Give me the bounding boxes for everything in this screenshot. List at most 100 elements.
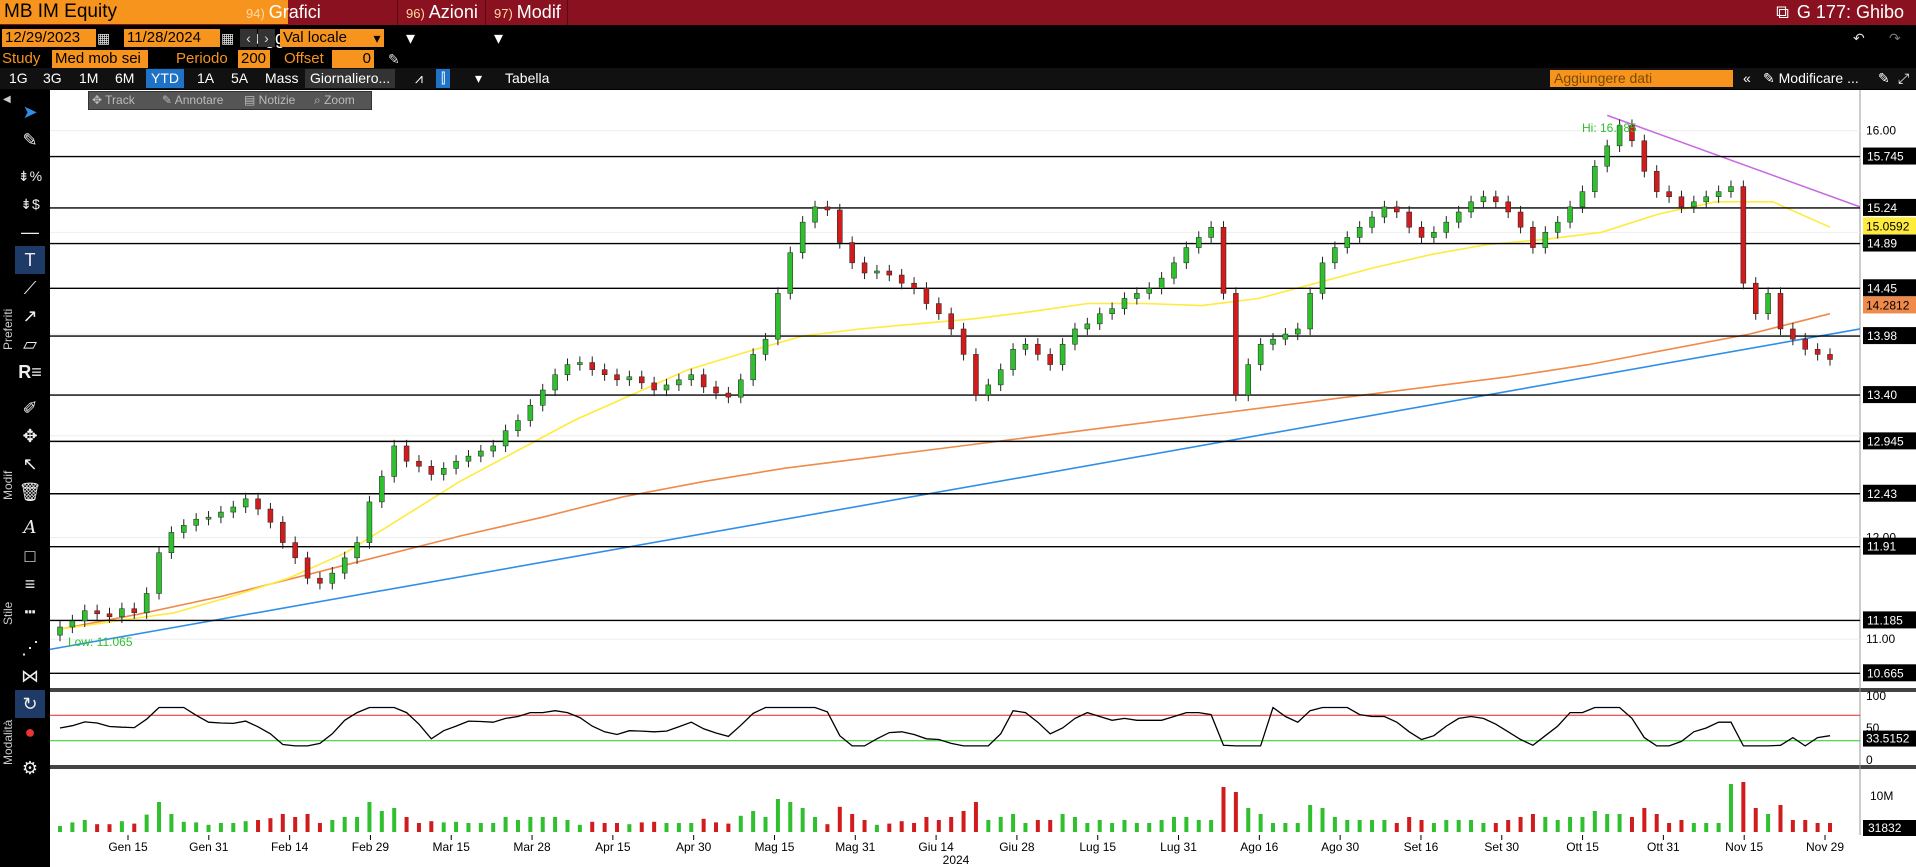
x-tick-label: Lug 15 [1079, 840, 1116, 854]
volume-bar [1048, 820, 1053, 832]
candle [1443, 221, 1450, 233]
candle [1827, 354, 1833, 360]
volume-bar [1828, 823, 1832, 832]
volume-bar [1617, 814, 1622, 832]
price-chart[interactable]: Hi: 16.185Low: 11.06516.0012.0011.0015.7… [0, 0, 1916, 867]
x-tick-label: Set 16 [1404, 840, 1439, 854]
candle [552, 374, 558, 391]
candle [341, 557, 348, 574]
volume-bar [1741, 782, 1746, 832]
candle [1394, 206, 1400, 213]
volume-bar [1035, 820, 1040, 832]
candle [1171, 262, 1177, 279]
volume-bar [1506, 820, 1511, 832]
volume-bar [862, 820, 867, 832]
volume-bar [1233, 792, 1238, 832]
volume-bar [1753, 808, 1758, 832]
volume-bar [1320, 808, 1325, 832]
volume-bar [825, 824, 830, 832]
volume-bar [961, 811, 966, 832]
candle [1418, 226, 1425, 238]
volume-bar [478, 823, 483, 832]
candle [886, 270, 893, 276]
volume-bar [1184, 817, 1189, 832]
volume-bar [416, 823, 421, 832]
volume-bar [157, 802, 162, 832]
volume-bar [1456, 820, 1461, 832]
candle [280, 521, 286, 543]
x-tick-label: Mag 15 [754, 840, 794, 854]
candle [1728, 186, 1734, 192]
volume-bar [1580, 817, 1585, 832]
candle [762, 338, 769, 355]
volume-bar [1530, 814, 1535, 832]
volume-bar [1778, 805, 1783, 832]
candle [1505, 201, 1511, 213]
level-tag-label: 12.945 [1867, 434, 1904, 448]
candle [1455, 211, 1462, 223]
candle [1295, 328, 1301, 335]
level-tag-label: 13.98 [1867, 329, 1897, 343]
volume-bar [70, 822, 75, 832]
candle [1814, 349, 1821, 355]
y-tick-label: 16.00 [1866, 124, 1896, 138]
x-tick-label: Lug 31 [1160, 840, 1197, 854]
candle [1035, 343, 1041, 355]
track-button[interactable]: ✥ Track [92, 92, 135, 109]
candle [119, 608, 125, 618]
x-tick-label: Giu 14 [918, 840, 954, 854]
volume-bar [1815, 823, 1820, 832]
candle [750, 354, 756, 381]
candle [923, 288, 930, 304]
volume-bar [429, 821, 434, 832]
zoom-button[interactable]: ⌕ Zoom [314, 92, 355, 109]
candle [638, 376, 645, 384]
candle [1158, 277, 1165, 289]
volume-bar [1110, 823, 1115, 832]
candle [1480, 196, 1487, 203]
volume-bar [1481, 823, 1486, 832]
x-tick-label: Nov 29 [1806, 840, 1844, 854]
volume-bar [813, 817, 818, 832]
volume-bar [949, 817, 954, 832]
candle [1270, 338, 1276, 345]
candle [453, 460, 459, 469]
candle [1752, 282, 1759, 314]
candle [1406, 211, 1412, 228]
rsi-panel-bg [50, 692, 1860, 765]
candle [502, 430, 509, 447]
news-button[interactable]: ▤ Notizie [244, 92, 295, 109]
volume-bar [664, 823, 669, 832]
volume-bar [577, 824, 582, 832]
y-tick-label: 11.00 [1866, 632, 1895, 646]
candle [1208, 226, 1214, 238]
candle [626, 376, 633, 381]
volume-bar [317, 823, 322, 832]
volume-bar [1122, 820, 1127, 832]
annotate-button[interactable]: ✎ Annotare [162, 92, 223, 109]
candle [242, 498, 249, 508]
candle [861, 262, 868, 274]
candle [478, 450, 484, 457]
x-tick-label: Set 30 [1484, 840, 1519, 854]
candle [515, 420, 521, 431]
volume-bar [280, 814, 285, 832]
low-label: Low: 11.065 [68, 635, 133, 649]
candle [1059, 343, 1066, 365]
volume-bar [590, 821, 595, 832]
volume-bar [899, 821, 904, 832]
volume-bar [107, 824, 112, 832]
candle [391, 445, 397, 477]
level-tag-label: 13.40 [1867, 388, 1897, 402]
volume-tick-label: 10M [1870, 789, 1893, 803]
volume-bar [553, 817, 558, 832]
volume-bar [169, 814, 174, 832]
x-tick-label: Giu 28 [999, 840, 1035, 854]
candle [218, 511, 224, 518]
candle [985, 384, 992, 396]
x-tick-label: Gen 31 [189, 840, 229, 854]
volume-bar [565, 820, 570, 832]
candle [948, 313, 954, 330]
volume-bar [874, 824, 879, 832]
x-tick-label: Apr 30 [676, 840, 712, 854]
